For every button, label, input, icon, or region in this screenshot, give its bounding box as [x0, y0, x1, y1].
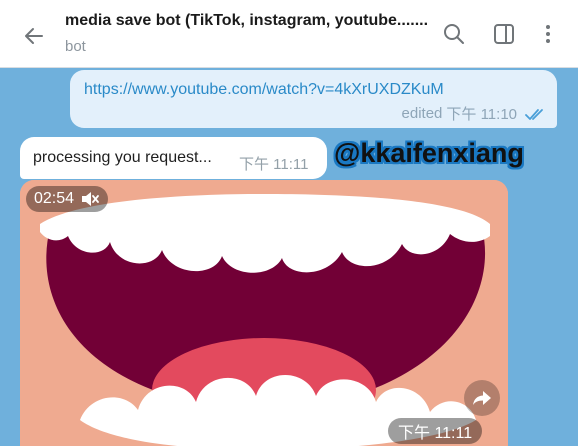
more-vertical-icon [546, 25, 550, 43]
video-message[interactable]: 02:54 [20, 180, 508, 446]
sidebar-toggle-icon [494, 24, 514, 44]
chat-header: media save bot (TikTok, instagram, youtu… [0, 0, 578, 68]
chat-subtitle: bot [65, 38, 86, 55]
video-duration-badge: 02:54 [26, 186, 109, 212]
message-time: 下午 11:10 [446, 106, 517, 123]
video-thumbnail [20, 180, 508, 446]
muted-speaker-icon [82, 192, 99, 206]
message-meta: edited 下午 11:10 [402, 103, 547, 124]
double-check-icon [525, 108, 543, 120]
outgoing-message[interactable]: https://www.youtube.com/watch?v=4kXrUXDZ… [70, 70, 557, 128]
search-button[interactable] [440, 20, 468, 48]
video-duration: 02:54 [34, 190, 75, 207]
back-arrow-icon [25, 28, 43, 44]
video-time: 下午 11:11 [388, 418, 483, 444]
forward-arrow-icon [473, 391, 491, 405]
sidebar-toggle-button[interactable] [490, 20, 518, 48]
more-options-button[interactable] [534, 20, 562, 48]
message-text: processing you request... [33, 149, 212, 166]
chat-title[interactable]: media save bot (TikTok, instagram, youtu… [65, 12, 430, 30]
forward-button[interactable] [464, 380, 500, 416]
edited-label: edited [401, 105, 443, 122]
mute-toggle[interactable] [80, 190, 100, 208]
back-button[interactable] [14, 16, 54, 56]
search-icon [444, 24, 464, 44]
message-link[interactable]: https://www.youtube.com/watch?v=4kXrUXDZ… [84, 81, 444, 99]
message-time: 下午 11:11 [239, 156, 309, 173]
watermark: @kkaifenxiang [334, 138, 524, 168]
incoming-message[interactable]: processing you request... 下午 11:11 [20, 137, 327, 179]
